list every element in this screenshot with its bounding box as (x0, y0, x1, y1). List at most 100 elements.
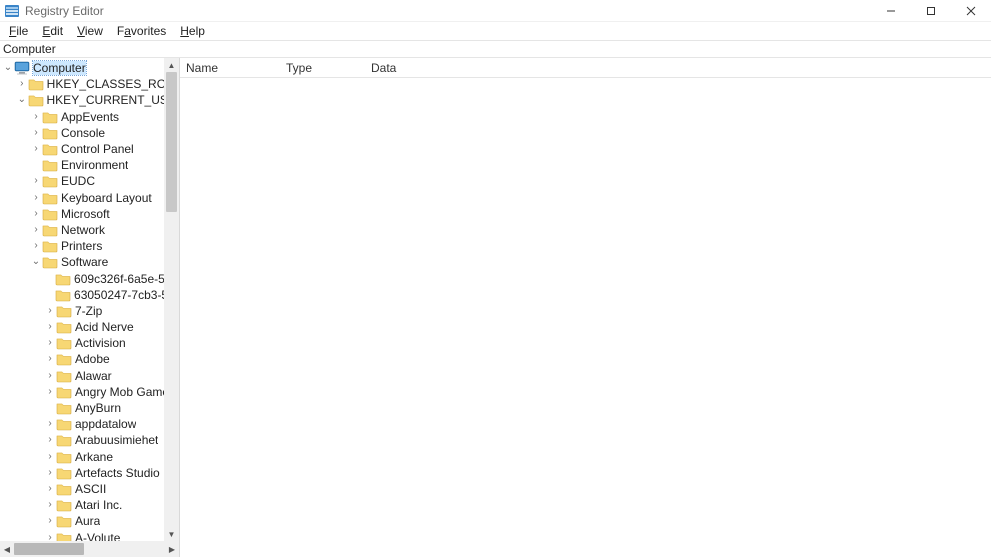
expand-icon[interactable]: › (44, 419, 56, 429)
folder-icon (56, 498, 72, 512)
expand-icon[interactable]: › (30, 176, 42, 186)
expand-icon[interactable]: › (44, 306, 56, 316)
tree-root-computer[interactable]: ⌄Computer (0, 60, 179, 76)
tree-item-hkcu-2[interactable]: › Control Panel (0, 141, 179, 157)
expand-icon[interactable]: › (30, 241, 42, 251)
scroll-left-arrow-icon[interactable]: ◀ (0, 541, 14, 557)
expand-icon[interactable]: › (30, 225, 42, 235)
tree-item-hkcu-0[interactable]: ›AppEvents (0, 109, 179, 125)
expand-icon[interactable]: › (44, 387, 56, 397)
vertical-scrollbar[interactable]: ▲ ▼ (164, 58, 179, 541)
collapse-icon[interactable]: ⌄ (16, 95, 28, 105)
expand-icon[interactable]: › (30, 193, 42, 203)
tree-item-software-6[interactable]: ›Alawar (0, 368, 179, 384)
tree-item-software-8[interactable]: AnyBurn (0, 400, 179, 416)
tree-item-software-1[interactable]: 63050247-7cb3-5350 (0, 287, 179, 303)
tree-item-software-3[interactable]: ›Acid Nerve (0, 319, 179, 335)
tree-item-label: Network (61, 223, 105, 237)
tree-item-software-14[interactable]: ›Atari Inc. (0, 497, 179, 513)
tree-item-software-16[interactable]: ›A-Volute (0, 529, 179, 541)
folder-icon (42, 191, 58, 205)
menu-edit[interactable]: Edit (35, 23, 70, 39)
folder-icon (42, 207, 58, 221)
tree-item-software-4[interactable]: ›Activision (0, 335, 179, 351)
menu-favorites[interactable]: Favorites (110, 23, 173, 39)
tree-item-label: EUDC (61, 174, 95, 188)
minimize-button[interactable] (871, 0, 911, 22)
expand-icon[interactable]: › (30, 128, 42, 138)
tree-item-label: appdatalow (75, 417, 136, 431)
tree-item-label: Arabuusimiehet (75, 433, 158, 447)
column-header-type[interactable]: Type (280, 59, 365, 77)
expand-icon[interactable]: › (44, 338, 56, 348)
expand-icon[interactable]: › (16, 79, 28, 89)
tree-item-software-15[interactable]: ›Aura (0, 513, 179, 529)
expand-icon[interactable]: › (44, 500, 56, 510)
expand-icon[interactable]: › (44, 533, 56, 541)
tree-item-software-9[interactable]: › appdatalow (0, 416, 179, 432)
folder-icon (56, 466, 72, 480)
tree-view[interactable]: ⌄Computer›HKEY_CLASSES_ROOT ⌄ HKEY_CURRENT… (0, 58, 179, 541)
scroll-down-arrow-icon[interactable]: ▼ (164, 527, 179, 541)
expand-icon[interactable]: › (44, 452, 56, 462)
column-header-name[interactable]: Name (180, 59, 280, 77)
folder-icon (56, 385, 72, 399)
horizontal-scrollbar[interactable]: ◀ ▶ (0, 541, 179, 557)
tree-item-hkcr[interactable]: ›HKEY_CLASSES_ROOT (0, 76, 179, 92)
tree-item-hkcu-5[interactable]: ›Keyboard Layout (0, 190, 179, 206)
expand-icon[interactable]: › (44, 435, 56, 445)
scroll-thumb[interactable] (166, 72, 177, 212)
expand-icon[interactable]: › (30, 112, 42, 122)
tree-item-software-2[interactable]: ›7-Zip (0, 303, 179, 319)
tree-item-hkcu-7[interactable]: › Network (0, 222, 179, 238)
tree-item-hkcu-8[interactable]: ›Printers (0, 238, 179, 254)
menu-view[interactable]: View (70, 23, 110, 39)
address-bar[interactable]: Computer (0, 40, 991, 58)
tree-item-software-5[interactable]: › Adobe (0, 351, 179, 367)
folder-icon (42, 174, 58, 188)
tree-item-label: Environment (61, 158, 128, 172)
tree-item-software-13[interactable]: ›ASCII (0, 481, 179, 497)
folder-icon (56, 336, 72, 350)
tree-item-software-11[interactable]: ›Arkane (0, 449, 179, 465)
expand-icon[interactable]: › (44, 484, 56, 494)
expand-icon[interactable]: › (44, 354, 56, 364)
tree-item-software-0[interactable]: 609c326f-6a5e-5cd1- (0, 270, 179, 286)
scroll-up-arrow-icon[interactable]: ▲ (164, 58, 179, 72)
menu-help[interactable]: Help (173, 23, 212, 39)
tree-item-hkcu-4[interactable]: › EUDC (0, 173, 179, 189)
collapse-icon[interactable]: ⌄ (2, 63, 14, 73)
expand-icon[interactable]: › (44, 516, 56, 526)
tree-pane: ⌄Computer›HKEY_CLASSES_ROOT ⌄ HKEY_CURRENT… (0, 58, 180, 557)
tree-item-label: Adobe (75, 352, 110, 366)
tree-item-hkcu-6[interactable]: ›Microsoft (0, 206, 179, 222)
collapse-icon[interactable]: ⌄ (30, 257, 42, 267)
tree-item-hkcu-1[interactable]: ›Console (0, 125, 179, 141)
folder-icon (28, 93, 44, 107)
tree-item-hkcu[interactable]: ⌄ HKEY_CURRENT_USER (0, 92, 179, 108)
folder-icon (42, 126, 58, 140)
scroll-right-arrow-icon[interactable]: ▶ (165, 541, 179, 557)
tree-item-label: Control Panel (61, 142, 134, 156)
tree-item-software-12[interactable]: ›Artefacts Studio (0, 465, 179, 481)
folder-icon (55, 288, 71, 302)
tree-item-hkcu-3[interactable]: Environment (0, 157, 179, 173)
tree-item-software-10[interactable]: › Arabuusimiehet (0, 432, 179, 448)
folder-icon (56, 352, 72, 366)
close-button[interactable] (951, 0, 991, 22)
scroll-thumb[interactable] (14, 543, 84, 555)
expand-icon[interactable]: › (44, 468, 56, 478)
tree-item-software[interactable]: ⌄Software (0, 254, 179, 270)
tree-item-label: HKEY_CURRENT_USER (47, 93, 179, 107)
details-pane: Name Type Data (180, 58, 991, 557)
expand-icon[interactable]: › (30, 209, 42, 219)
column-header-data[interactable]: Data (365, 59, 991, 77)
folder-icon (42, 239, 58, 253)
expand-icon[interactable]: › (30, 144, 42, 154)
folder-icon (42, 142, 58, 156)
menu-file[interactable]: File (2, 23, 35, 39)
tree-item-software-7[interactable]: ›Angry Mob Games (0, 384, 179, 400)
maximize-button[interactable] (911, 0, 951, 22)
expand-icon[interactable]: › (44, 371, 56, 381)
expand-icon[interactable]: › (44, 322, 56, 332)
